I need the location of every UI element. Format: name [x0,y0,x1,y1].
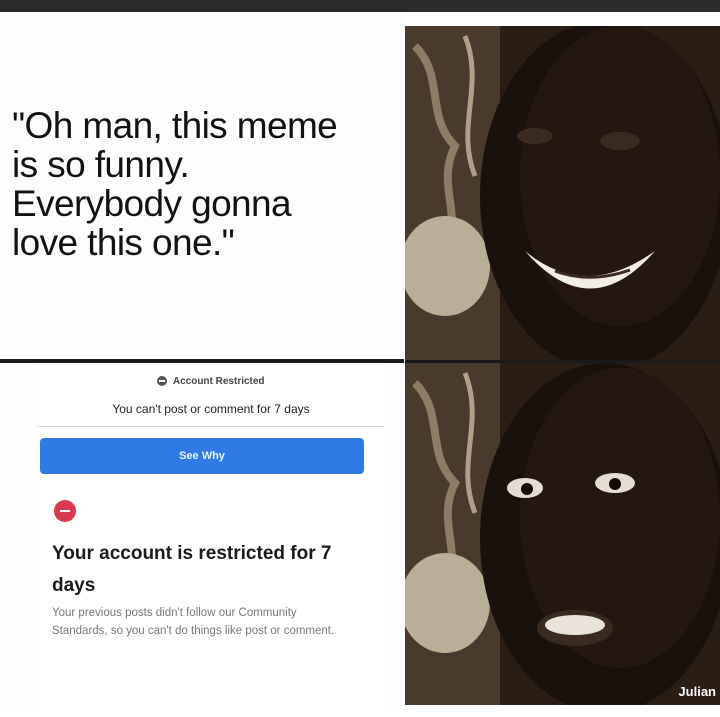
notice-subtitle: You can't post or comment for 7 days [112,402,310,416]
smiling-face-illustration [405,26,720,362]
see-why-button[interactable]: See Why [40,438,364,474]
disappointed-man-photo: Julian [405,363,720,705]
bottom-margin [0,706,720,717]
top-border [0,0,720,12]
watermark-label: Julian [678,684,716,699]
notice-header-label: Account Restricted [172,376,265,387]
disappointed-face-illustration [405,363,720,705]
panel-divider [0,359,404,363]
smiling-man-photo [405,26,720,362]
meme-quote: "Oh man, this meme is so funny. Everybod… [12,105,338,263]
restriction-notice-card: Account Restricted You can't post or com… [38,366,384,706]
restriction-title: Your account is restricted for 7 days [52,543,332,596]
restricted-icon [157,376,168,387]
notice-separator [38,426,384,427]
notice-header: Account Restricted [38,376,384,387]
alert-icon [54,500,76,522]
restriction-description: Your previous posts didn't follow our Co… [52,607,335,637]
